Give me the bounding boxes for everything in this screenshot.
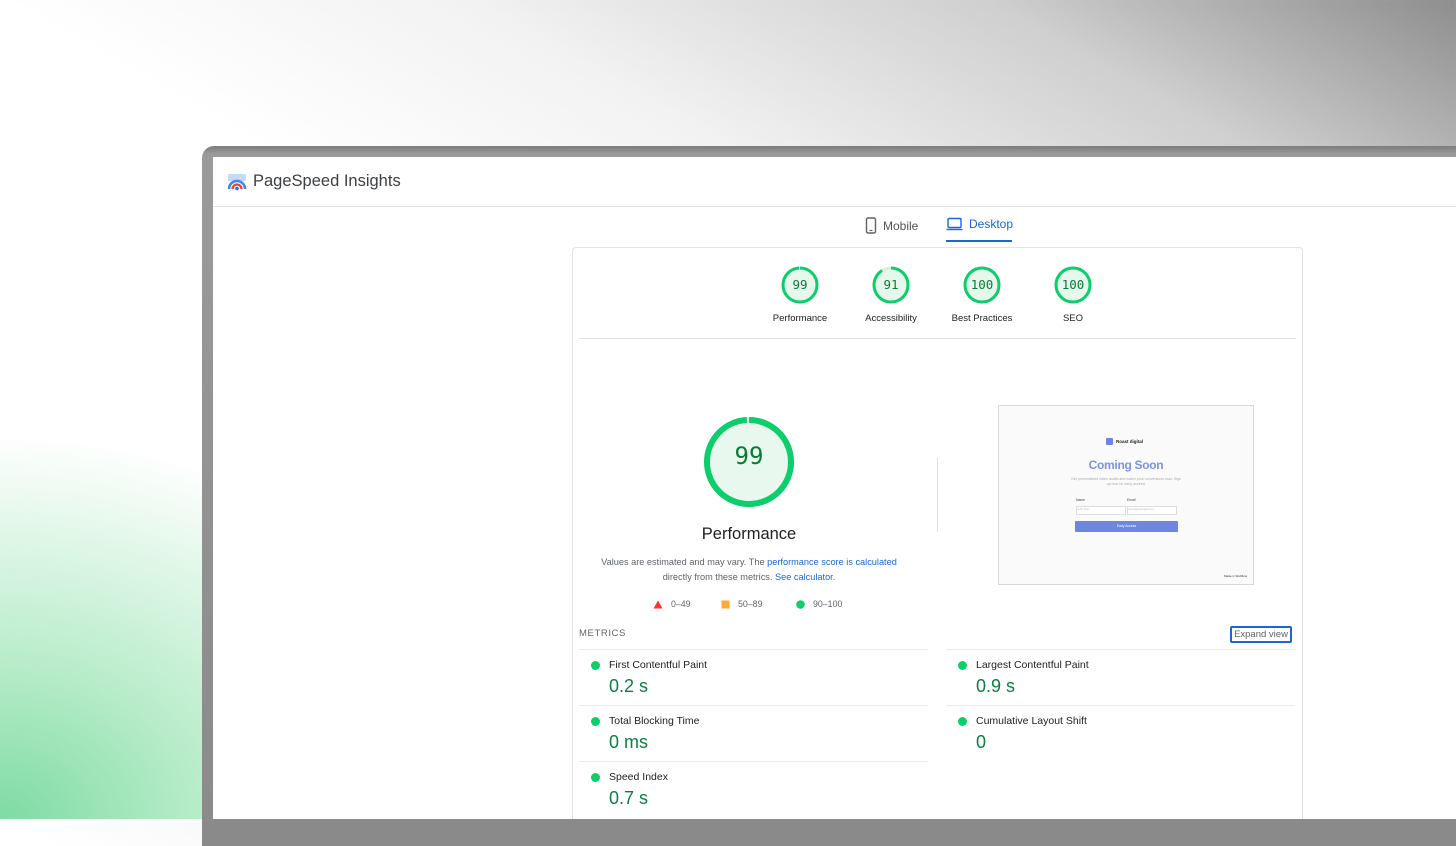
category-gauges: 99 Performance 91 Accessibility 100 Best… [573, 265, 1302, 337]
metric-name: Speed Index [609, 771, 668, 783]
pass-circle-icon [591, 773, 600, 782]
pass-circle-icon [958, 717, 967, 726]
metric-value: 0 ms [609, 732, 649, 752]
screenshot-button: Early Access [1075, 521, 1178, 532]
app-title: PageSpeed Insights [253, 172, 401, 190]
legend-average-range: 50–89 [738, 599, 763, 609]
active-tab-indicator [946, 240, 1012, 242]
brand-logo-icon [1106, 438, 1113, 445]
screenshot-footer: Made in Webflow [1224, 574, 1247, 578]
gauge-performance[interactable]: 99 Performance [755, 265, 845, 324]
screenshot-dot: · [1125, 549, 1126, 553]
mobile-phone-icon [865, 217, 877, 234]
screenshot-brand-text: Roast digital [1116, 439, 1144, 444]
screenshot-subtitle: Get personalized video audits and watch … [1071, 477, 1181, 486]
desc-prefix: Values are estimated and may vary. The [601, 557, 765, 567]
screenshot-brand: Roast digital [1106, 438, 1143, 445]
report-card: 99 Performance 91 Accessibility 100 Best… [572, 247, 1303, 819]
metric-largest-contentful-paint: Largest Contentful Paint 0.9 s [946, 649, 1295, 705]
green-circle-icon [796, 599, 805, 609]
metric-total-blocking-time: Total Blocking Time 0 ms [579, 705, 928, 761]
screenshot-email-label: Email [1127, 498, 1136, 502]
app-header: PageSpeed Insights [213, 157, 1456, 207]
desktop-monitor-icon [946, 217, 963, 231]
performance-title: Performance [701, 525, 797, 543]
desc-suffix: . [832, 572, 836, 582]
screenshot-name-input: John Doe [1076, 506, 1126, 515]
performance-score-link[interactable]: performance score is calculated [767, 557, 897, 567]
screenshot-email-input: name@example.com [1127, 506, 1177, 515]
tab-mobile-label: Mobile [883, 218, 919, 233]
gauges-divider [579, 338, 1296, 339]
legend-fail: 0–49 [653, 599, 691, 609]
screenshot-name-label: Name [1076, 498, 1086, 502]
metric-speed-index: Speed Index 0.7 s [579, 761, 928, 817]
metrics-heading: METRICS [579, 628, 626, 639]
device-tabs: Mobile Desktop [213, 207, 1456, 243]
legend-average: 50–89 [721, 599, 762, 609]
gauge-best-practices-label: Best Practices [951, 313, 1013, 324]
browser-screen: PageSpeed Insights Mobile Desktop 99 Per… [213, 157, 1456, 819]
orange-square-icon [721, 600, 730, 608]
gauge-seo-label: SEO [1062, 313, 1084, 324]
gauge-seo-value: 100 [1061, 277, 1085, 292]
section-divider [937, 458, 938, 532]
gauge-accessibility-label: Accessibility [865, 313, 917, 324]
metric-name: Cumulative Layout Shift [976, 715, 1087, 727]
legend-pass: 90–100 [796, 599, 842, 609]
gauge-best-practices[interactable]: 100 Best Practices [937, 265, 1027, 324]
final-screenshot[interactable]: Roast digital Coming Soon Get personaliz… [998, 405, 1254, 585]
expand-view-button[interactable]: Expand view [1230, 626, 1292, 643]
performance-description: Values are estimated and may vary. The p… [593, 555, 905, 585]
legend-fail-range: 0–49 [671, 599, 691, 609]
pass-circle-icon [591, 661, 600, 670]
gauge-performance-label: Performance [772, 313, 828, 324]
tab-desktop[interactable]: Desktop [946, 217, 1013, 231]
gauge-best-practices-value: 100 [970, 277, 994, 292]
gauge-accessibility-value: 91 [883, 277, 899, 292]
performance-score-value: 99 [734, 442, 764, 470]
tab-desktop-label: Desktop [969, 217, 1014, 231]
metric-name: Total Blocking Time [609, 715, 700, 727]
score-legend: 0–49 50–89 90–100 [653, 599, 853, 613]
metric-value: 0 [976, 732, 987, 752]
legend-pass-range: 90–100 [813, 599, 843, 609]
red-triangle-icon [653, 600, 663, 608]
tab-mobile[interactable]: Mobile [865, 217, 918, 234]
metric-value: 0.7 s [609, 788, 649, 808]
metric-cumulative-layout-shift: Cumulative Layout Shift 0 [946, 705, 1295, 761]
metric-name: Largest Contentful Paint [976, 659, 1089, 671]
metric-name: First Contentful Paint [609, 659, 708, 671]
see-calculator-link[interactable]: See calculator [775, 572, 833, 582]
metric-value: 0.2 s [609, 676, 649, 696]
gauge-performance-value: 99 [792, 277, 808, 292]
pagespeed-logo-icon [227, 173, 247, 190]
metric-first-contentful-paint: First Contentful Paint 0.2 s [579, 649, 928, 705]
pass-circle-icon [591, 717, 600, 726]
screenshot-title: Coming Soon [1088, 458, 1164, 472]
desc-middle: directly from these metrics. [662, 572, 773, 582]
metric-value: 0.9 s [976, 676, 1016, 696]
gauge-accessibility[interactable]: 91 Accessibility [846, 265, 936, 324]
gauge-seo[interactable]: 100 SEO [1028, 265, 1118, 324]
pass-circle-icon [958, 661, 967, 670]
